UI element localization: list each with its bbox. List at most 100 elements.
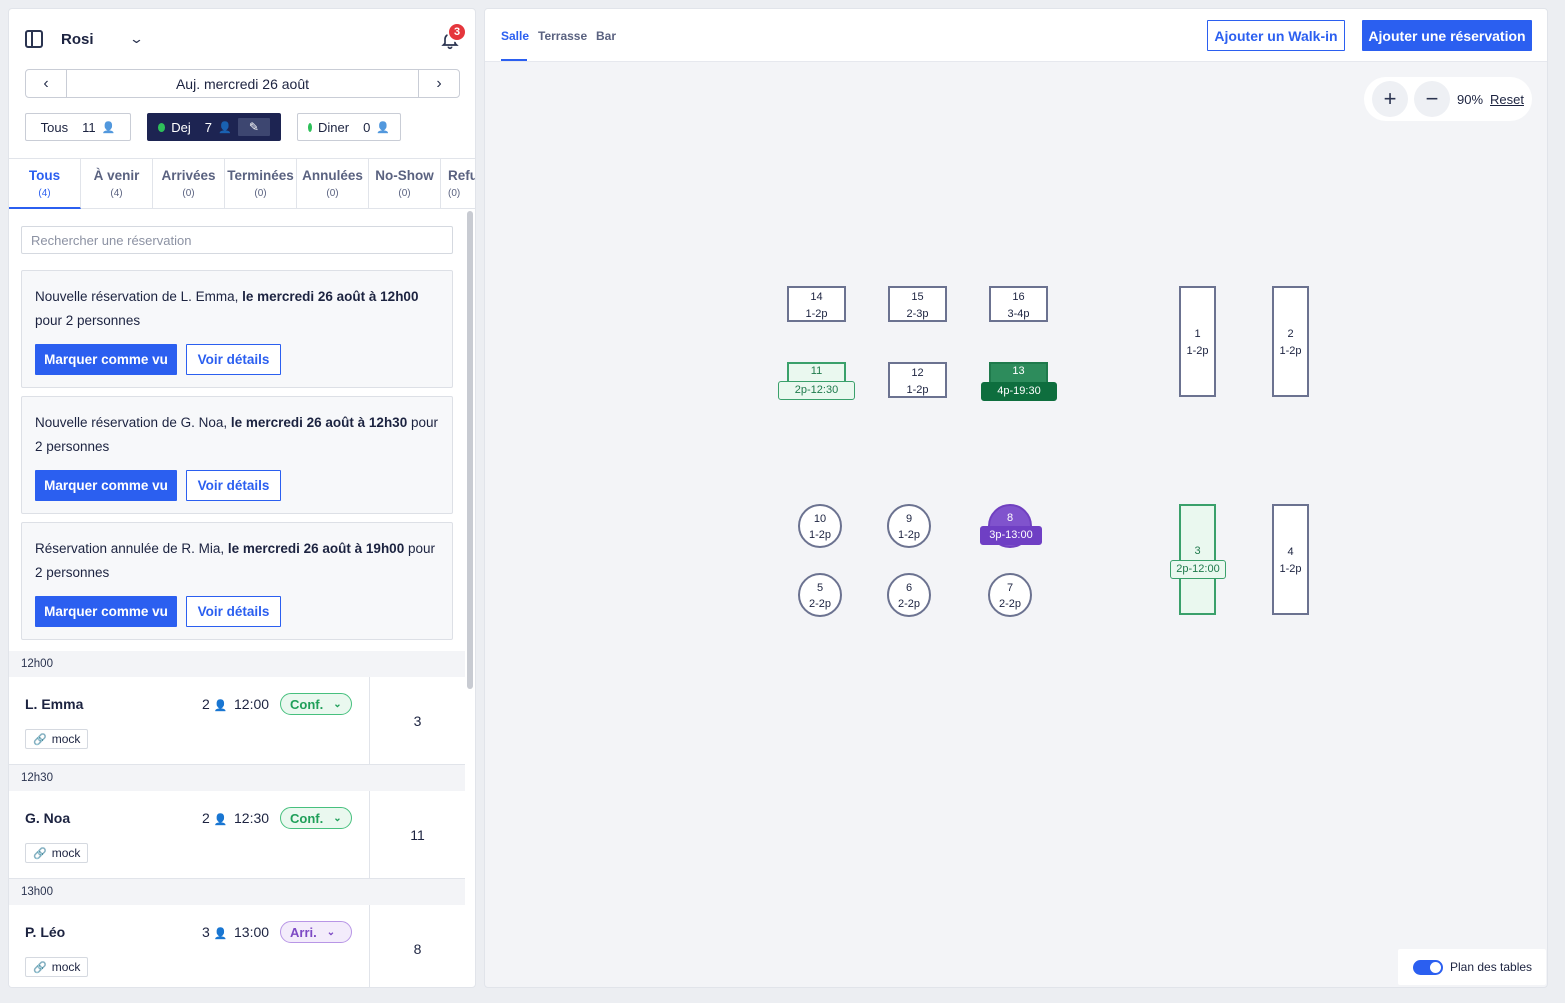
mark-seen-button[interactable]: Marquer comme vu: [35, 470, 177, 501]
table-capacity: 1-2p: [1279, 563, 1302, 575]
floor-plan-panel: Salle Terrasse Bar Ajouter un Walk-in Aj…: [484, 8, 1548, 988]
current-date[interactable]: Auj. mercredi 26 août: [67, 70, 418, 97]
tab-salle[interactable]: Salle: [501, 29, 529, 43]
service-filter-diner[interactable]: Diner 0 👤: [297, 113, 401, 141]
view-details-button[interactable]: Voir détails: [186, 344, 281, 375]
tag-label: mock: [51, 732, 81, 746]
restaurant-name[interactable]: Rosi: [61, 31, 94, 48]
table-number[interactable]: 11: [369, 791, 465, 879]
tab-annulees[interactable]: Annulées (0): [297, 159, 369, 209]
zoom-out-button[interactable]: −: [1414, 81, 1450, 117]
table-12[interactable]: 12 1-2p: [888, 362, 947, 398]
link-icon: 🔗: [33, 847, 47, 860]
tab-label: Terminées: [227, 168, 294, 183]
add-walkin-button[interactable]: Ajouter un Walk-in: [1207, 20, 1345, 51]
table-number: 11: [810, 365, 823, 377]
tab-tous[interactable]: Tous (4): [9, 159, 81, 209]
status-dropdown[interactable]: Conf. ⌄: [280, 807, 352, 829]
table-16[interactable]: 16 3-4p: [989, 286, 1048, 322]
next-day-button[interactable]: ›: [418, 70, 459, 97]
table-1[interactable]: 1 1-2p: [1179, 286, 1216, 397]
table-number: 10: [813, 513, 827, 525]
status-dropdown[interactable]: Arri. ⌄: [280, 921, 352, 943]
table-number: 15: [911, 291, 924, 303]
table-number: 4: [1287, 546, 1294, 558]
table-14[interactable]: 14 1-2p: [787, 286, 846, 322]
table-capacity: 1-2p: [906, 384, 929, 396]
tab-count: (0): [254, 188, 267, 199]
chevron-down-icon: ⌄: [333, 698, 342, 710]
service-label: Diner: [317, 119, 350, 135]
reservation-row[interactable]: P. Léo 3 👤 13:00 Arri. ⌄ 🔗 mock 8: [9, 905, 465, 987]
sidebar-toggle-icon[interactable]: [25, 30, 43, 48]
add-reservation-button[interactable]: Ajouter une réservation: [1362, 20, 1532, 51]
zoom-in-button[interactable]: +: [1372, 81, 1408, 117]
table-4[interactable]: 4 1-2p: [1272, 504, 1309, 615]
person-icon: 👤: [213, 928, 228, 940]
table-plan-toggle[interactable]: [1413, 960, 1443, 975]
tab-no-show[interactable]: No-Show (0): [369, 159, 441, 209]
reservation-time: 13:00: [234, 924, 270, 940]
tab-a-venir[interactable]: À venir (4): [81, 159, 153, 209]
table-9[interactable]: 9 1-2p: [887, 504, 931, 548]
previous-day-button[interactable]: ‹: [26, 70, 67, 97]
table-capacity: 1-2p: [897, 529, 921, 541]
service-status-dot: [158, 122, 166, 132]
notification-date: le mercredi 26 août à 12h00: [242, 289, 419, 304]
table-capacity: 1-2p: [805, 308, 828, 320]
tag-label: mock: [51, 846, 81, 860]
notification-count-badge: 3: [447, 22, 467, 42]
status-label: Arri.: [290, 924, 317, 940]
tab-refusees[interactable]: Refusées (0): [441, 159, 476, 209]
scrollbar[interactable]: [467, 211, 473, 689]
table-10[interactable]: 10 1-2p: [798, 504, 842, 548]
tab-arrivees[interactable]: Arrivées (0): [153, 159, 225, 209]
tab-label: Arrivées: [161, 168, 216, 183]
toggle-label: Plan des tables: [1450, 960, 1533, 974]
zoom-reset-link[interactable]: Reset: [1490, 92, 1524, 107]
chevron-down-icon: ⌄: [326, 926, 336, 938]
tab-label: Refusées: [448, 168, 476, 183]
tab-label: No-Show: [375, 168, 434, 183]
table-15[interactable]: 15 2-3p: [888, 286, 947, 322]
status-dropdown[interactable]: Conf. ⌄: [280, 693, 352, 715]
covers-count: 2 👤: [202, 810, 227, 826]
tab-label: À venir: [93, 168, 140, 183]
reservation-row[interactable]: L. Emma 2 👤 12:00 Conf. ⌄ 🔗 mock 3: [9, 677, 465, 765]
table-plan-toggle-box: Plan des tables: [1398, 949, 1546, 985]
tab-terrasse[interactable]: Terrasse: [538, 29, 587, 43]
view-details-button[interactable]: Voir détails: [186, 596, 281, 627]
person-icon: 👤: [213, 700, 228, 712]
search-input[interactable]: Rechercher une réservation: [21, 226, 453, 254]
table-number: 2: [1287, 328, 1294, 340]
person-icon: 👤: [218, 121, 232, 134]
table-number: 5: [816, 582, 824, 594]
notification-text: Nouvelle réservation de G. Noa, le mercr…: [35, 411, 445, 459]
table-number[interactable]: 3: [369, 677, 465, 765]
edit-pencil-icon[interactable]: ✎: [237, 118, 270, 136]
tab-terminees[interactable]: Terminées (0): [225, 159, 297, 209]
table-2[interactable]: 2 1-2p: [1272, 286, 1309, 397]
table-7[interactable]: 7 2-2p: [988, 573, 1032, 617]
service-filter-all[interactable]: Tous 11 👤: [25, 113, 131, 141]
view-details-button[interactable]: Voir détails: [186, 470, 281, 501]
table-number[interactable]: 8: [369, 905, 465, 987]
tab-bar[interactable]: Bar: [596, 29, 616, 43]
table-number: 14: [810, 291, 823, 303]
mark-seen-button[interactable]: Marquer comme vu: [35, 596, 177, 627]
notification-date: le mercredi 26 août à 12h30: [230, 415, 408, 430]
service-label: Tous: [40, 119, 69, 135]
table-number: 6: [905, 582, 913, 594]
table-number: 13: [1012, 365, 1025, 377]
table-capacity: 2-2p: [808, 598, 832, 610]
table-6[interactable]: 6 2-2p: [887, 573, 931, 617]
mark-seen-button[interactable]: Marquer comme vu: [35, 344, 177, 375]
status-tabs: Tous (4) À venir (4) Arrivées (0) Terminées…: [9, 158, 475, 209]
guest-name: G. Noa: [25, 810, 71, 826]
table-5[interactable]: 5 2-2p: [798, 573, 842, 617]
reservation-row[interactable]: G. Noa 2 👤 12:30 Conf. ⌄ 🔗 mock 11: [9, 791, 465, 879]
chevron-down-icon[interactable]: ⌄: [129, 31, 144, 47]
date-selector: ‹ Auj. mercredi 26 août ›: [25, 69, 460, 98]
service-filter-dej[interactable]: Dej 7 👤 ✎: [147, 113, 281, 141]
person-icon: 👤: [101, 121, 116, 134]
